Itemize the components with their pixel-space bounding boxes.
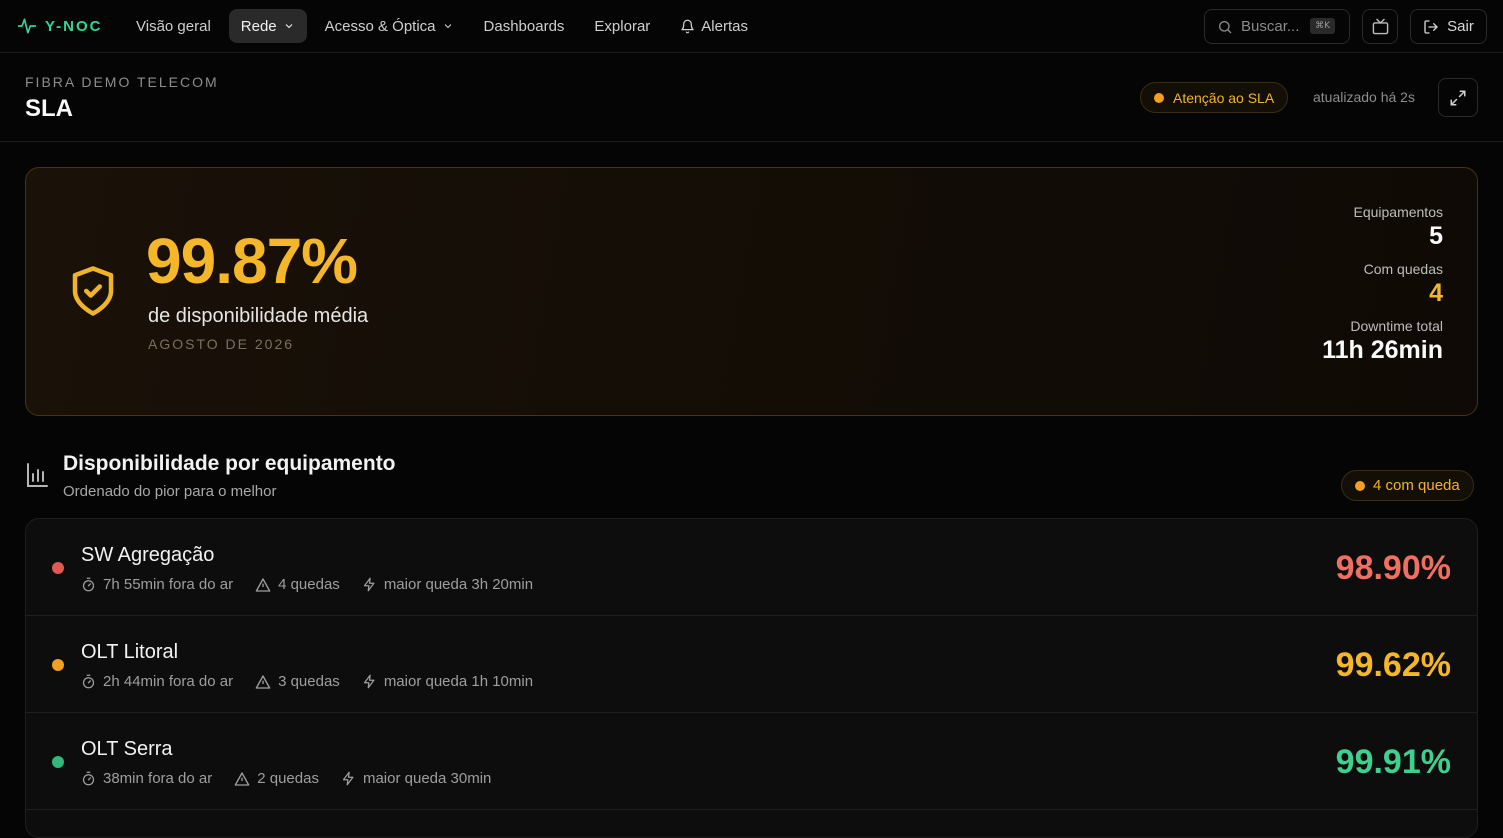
chevron-down-icon — [283, 20, 295, 32]
nav-item-label: Explorar — [594, 17, 651, 35]
longest-outage-meta: maior queda 3h 20min — [362, 576, 533, 593]
availability-subtitle: de disponibilidade média — [148, 305, 369, 327]
equipment-name: SW Agregação — [81, 544, 215, 566]
downtime-meta: 7h 55min fora do ar — [81, 576, 233, 593]
nav-item-rede[interactable]: Rede — [228, 9, 307, 43]
equipment-availability: 99.91% — [1335, 743, 1451, 781]
top-navigation-bar: Y-NOC Visão geral Rede Acesso & Óptica D… — [0, 0, 1503, 53]
tv-mode-button[interactable] — [1362, 9, 1398, 44]
nav-item-label: Alertas — [701, 17, 748, 35]
outages-text: 2 quedas — [257, 770, 319, 787]
fullscreen-button[interactable] — [1438, 78, 1478, 117]
status-dot — [1154, 92, 1164, 103]
nav-item-dashboards[interactable]: Dashboards — [472, 9, 577, 43]
equipment-availability-list: SW Agregação 7h 55min fora do ar 4 queda… — [25, 518, 1478, 838]
downtime-text: 38min fora do ar — [103, 770, 213, 787]
section-subtitle: Ordenado do pior para o melhor — [63, 483, 277, 500]
downtime-meta: 38min fora do ar — [81, 770, 212, 787]
page-header: FIBRA DEMO TELECOM SLA Atenção ao SLA at… — [0, 54, 1503, 142]
outage-count-badge-label: 4 com queda — [1373, 477, 1460, 494]
shield-check-icon — [66, 260, 120, 322]
search-icon — [1217, 19, 1233, 35]
downtime-text: 2h 44min fora do ar — [103, 673, 234, 690]
status-dot — [1355, 480, 1365, 491]
last-updated: atualizado há 2s — [1313, 89, 1415, 105]
nav-item-alertas[interactable]: Alertas — [668, 9, 760, 43]
downtime-text: 7h 55min fora do ar — [103, 576, 234, 593]
status-badge-label: Atenção ao SLA — [1173, 89, 1275, 106]
outages-count: 4 — [1429, 279, 1443, 307]
outages-count-label: Com quedas — [1363, 261, 1443, 277]
lightning-icon — [341, 771, 356, 786]
warning-icon — [234, 771, 250, 787]
warning-icon — [255, 674, 271, 690]
outages-meta: 4 quedas — [255, 576, 340, 593]
equipment-name: OLT Litoral — [81, 641, 179, 663]
downtime-meta: 2h 44min fora do ar — [81, 673, 233, 690]
list-item[interactable]: OLT Litoral 2h 44min fora do ar 3 quedas… — [26, 616, 1477, 713]
main-nav: Visão geral Rede Acesso & Óptica Dashboa… — [124, 9, 766, 43]
reporting-period: AGOSTO DE 2026 — [148, 336, 295, 352]
brand-name: Y-NOC — [45, 17, 103, 35]
nav-item-label: Dashboards — [483, 17, 565, 35]
status-dot — [52, 756, 64, 768]
nav-item-explorar[interactable]: Explorar — [582, 9, 662, 43]
equipment-name: OLT Serra — [81, 738, 173, 760]
equipment-count-label: Equipamentos — [1353, 204, 1443, 220]
bell-icon — [680, 19, 695, 34]
status-dot — [52, 562, 64, 574]
total-downtime: 11h 26min — [1322, 336, 1443, 364]
list-item[interactable]: SW Agregação 7h 55min fora do ar 4 queda… — [26, 519, 1477, 616]
outages-meta: 2 quedas — [234, 770, 319, 787]
outage-count-badge: 4 com queda — [1341, 470, 1474, 501]
outages-meta: 3 quedas — [255, 673, 340, 690]
nav-item-acesso-optica[interactable]: Acesso & Óptica — [313, 9, 466, 43]
expand-icon — [1449, 89, 1467, 107]
list-item[interactable]: OLT Serra 38min fora do ar 2 quedas maio… — [26, 713, 1477, 810]
bar-chart-icon — [25, 462, 49, 488]
search-placeholder: Buscar... — [1241, 18, 1300, 35]
sla-status-badge: Atenção ao SLA — [1140, 82, 1289, 113]
logout-icon — [1423, 19, 1439, 35]
logout-label: Sair — [1447, 18, 1474, 35]
nav-item-label: Acesso & Óptica — [324, 17, 436, 35]
longest-outage-text: maior queda 1h 10min — [383, 673, 534, 690]
brand-logo[interactable]: Y-NOC — [17, 16, 103, 36]
nav-item-label: Rede — [240, 17, 277, 35]
logout-button[interactable]: Sair — [1410, 9, 1487, 44]
equipment-availability: 99.62% — [1335, 646, 1451, 684]
lightning-icon — [362, 577, 377, 592]
average-availability: 99.87% — [146, 225, 358, 297]
lightning-icon — [362, 674, 377, 689]
longest-outage-meta: maior queda 30min — [341, 770, 491, 787]
pulse-icon — [17, 16, 37, 36]
page-title: SLA — [25, 95, 73, 122]
total-downtime-label: Downtime total — [1350, 318, 1443, 334]
nav-item-visao-geral[interactable]: Visão geral — [124, 9, 223, 43]
timer-icon — [81, 674, 96, 689]
organization-name: FIBRA DEMO TELECOM — [25, 74, 219, 90]
availability-summary-card: 99.87% de disponibilidade média AGOSTO D… — [25, 167, 1478, 416]
timer-icon — [81, 577, 96, 592]
equipment-meta: 2h 44min fora do ar 3 quedas maior queda… — [81, 673, 533, 690]
chevron-down-icon — [442, 20, 454, 32]
tv-icon — [1372, 18, 1389, 35]
status-dot — [52, 659, 64, 671]
equipment-meta: 7h 55min fora do ar 4 quedas maior queda… — [81, 576, 533, 593]
equipment-count: 5 — [1429, 222, 1443, 250]
timer-icon — [81, 771, 96, 786]
longest-outage-meta: maior queda 1h 10min — [362, 673, 533, 690]
warning-icon — [255, 577, 271, 593]
search-input[interactable]: Buscar... ⌘K — [1204, 9, 1350, 44]
outages-text: 4 quedas — [278, 576, 340, 593]
longest-outage-text: maior queda 30min — [362, 770, 492, 787]
equipment-availability: 98.90% — [1335, 549, 1451, 587]
search-shortcut: ⌘K — [1310, 18, 1335, 34]
section-title: Disponibilidade por equipamento — [63, 452, 396, 475]
outages-text: 3 quedas — [278, 673, 340, 690]
longest-outage-text: maior queda 3h 20min — [383, 576, 534, 593]
summary-stats: Equipamentos 5 Com quedas 4 Downtime tot… — [1322, 204, 1443, 375]
equipment-meta: 38min fora do ar 2 quedas maior queda 30… — [81, 770, 491, 787]
nav-item-label: Visão geral — [136, 17, 211, 35]
